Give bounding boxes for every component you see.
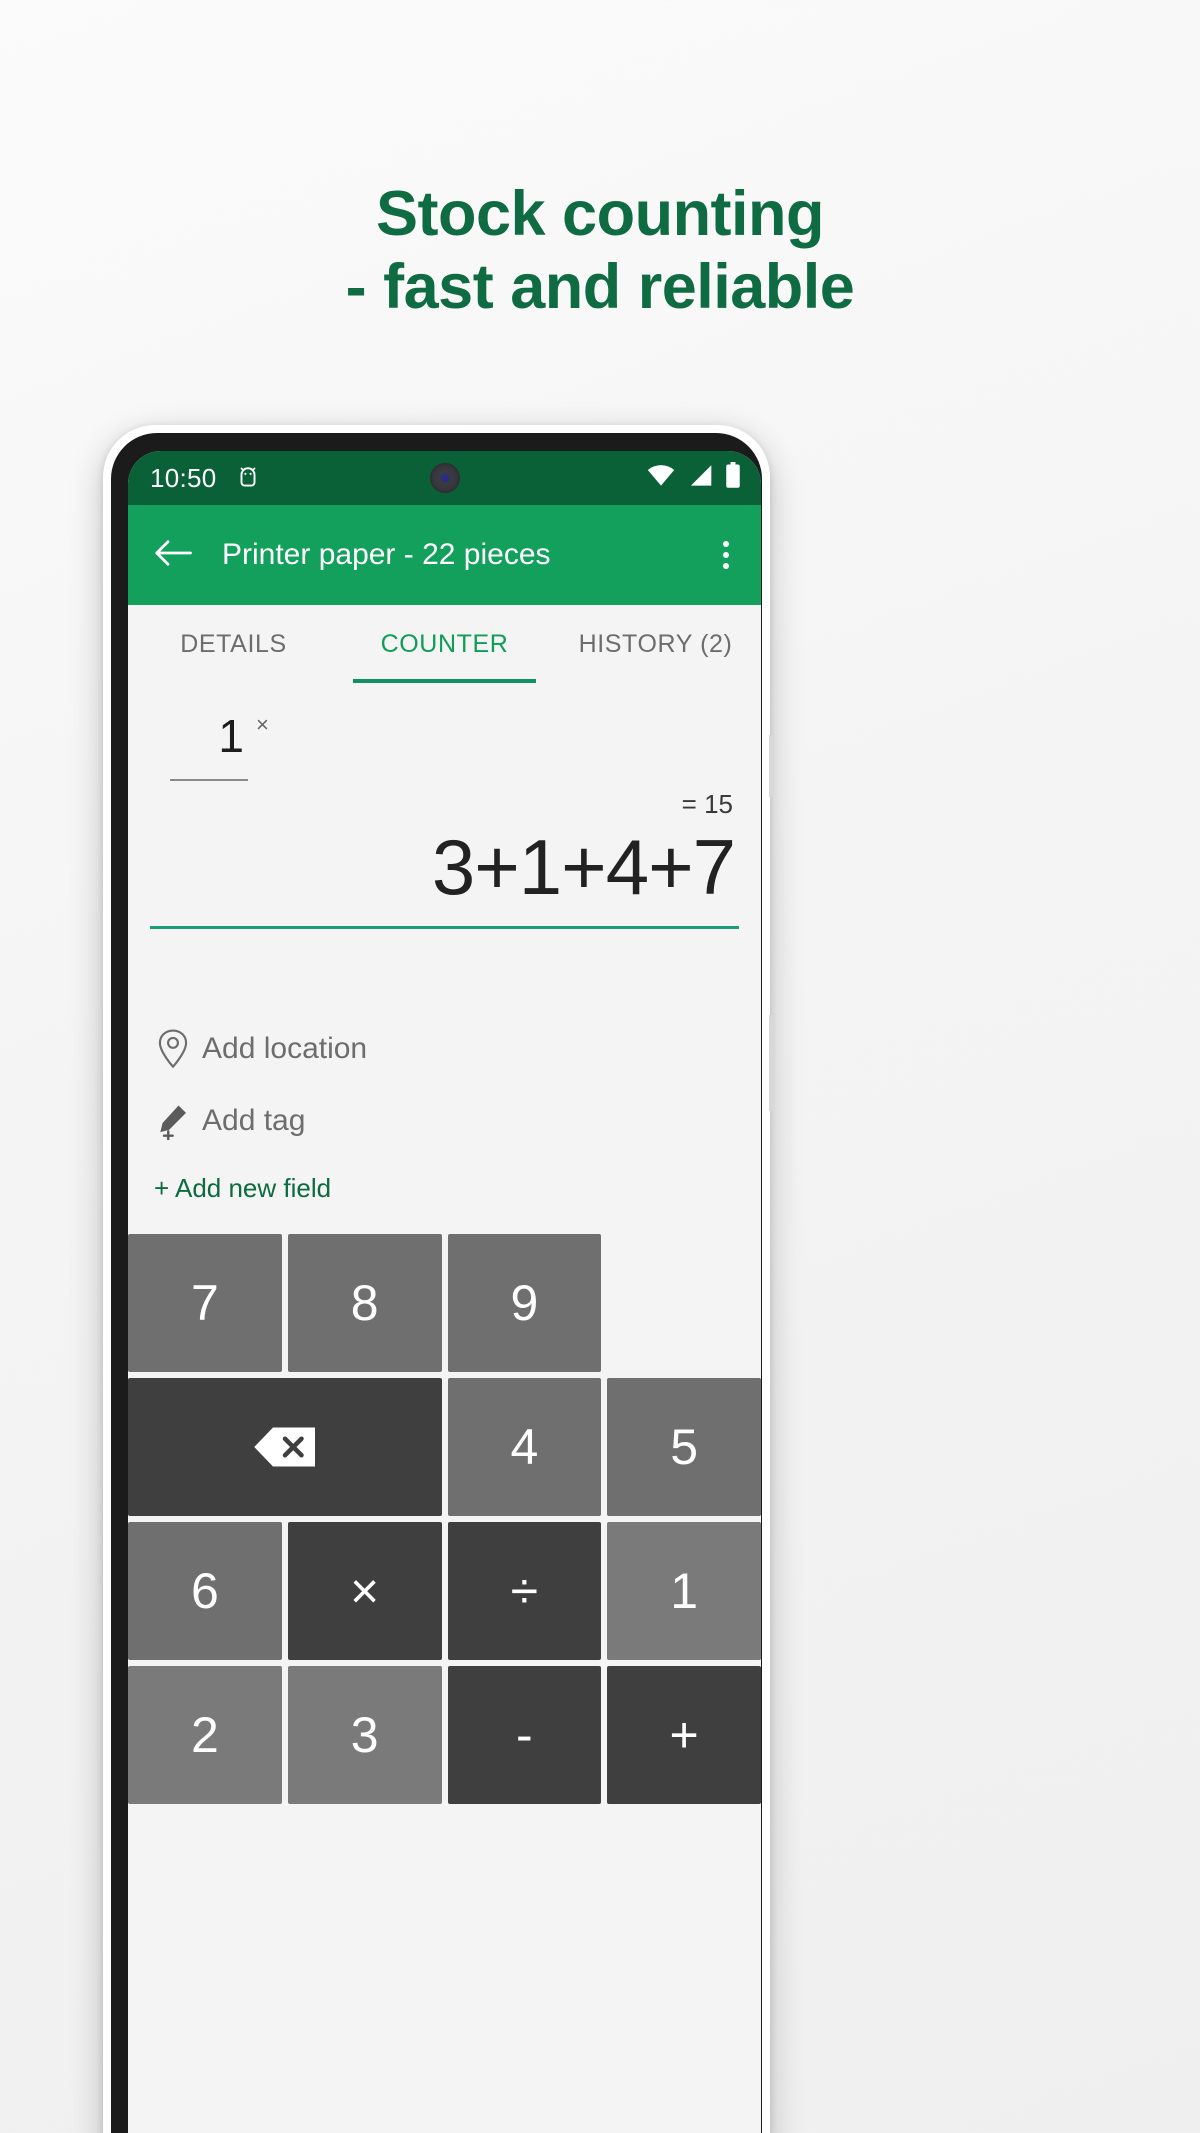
battery-full-icon bbox=[725, 462, 741, 494]
app-bar: Printer paper - 22 pieces bbox=[128, 505, 761, 605]
phone-mockup: 10:50 Printer paper - 22 pieces DETAILS … bbox=[103, 425, 774, 2133]
page-title: Printer paper - 22 pieces bbox=[222, 538, 551, 571]
key-2[interactable]: 2 bbox=[128, 1666, 282, 1804]
field-label: Add tag bbox=[202, 1104, 306, 1137]
tab-history[interactable]: HISTORY (2) bbox=[550, 605, 761, 683]
key-minus[interactable]: - bbox=[447, 1666, 602, 1804]
wifi-icon bbox=[646, 464, 676, 493]
headline-line-1: Stock counting bbox=[376, 179, 825, 249]
field-list: Add location Add tag + Add new field bbox=[128, 929, 761, 1204]
calculation-expression[interactable]: 3+1+4+7 bbox=[150, 820, 739, 914]
key-6[interactable]: 6 bbox=[128, 1522, 282, 1660]
multiplier-input[interactable]: 1 bbox=[170, 709, 248, 781]
arrow-left-icon[interactable] bbox=[154, 538, 192, 573]
headline-line-2: - fast and reliable bbox=[345, 252, 855, 322]
multiplier-row: 1 × bbox=[150, 683, 739, 781]
promo-headline: Stock counting - fast and reliable bbox=[0, 178, 1200, 324]
backspace-icon bbox=[252, 1424, 318, 1470]
key-backspace[interactable] bbox=[128, 1378, 442, 1516]
more-vertical-icon[interactable] bbox=[713, 533, 739, 577]
key-7[interactable]: 7 bbox=[128, 1234, 282, 1372]
numeric-keypad: 7 8 9 4 5 6 × ÷ 1 2 3 - + bbox=[128, 1234, 761, 1804]
expression-divider bbox=[150, 926, 739, 929]
multiply-symbol-label: × bbox=[256, 712, 269, 737]
key-8[interactable]: 8 bbox=[287, 1234, 442, 1372]
key-4[interactable]: 4 bbox=[447, 1378, 602, 1516]
key-multiply[interactable]: × bbox=[287, 1522, 442, 1660]
field-label: Add location bbox=[202, 1032, 368, 1065]
field-row-add-location[interactable]: Add location bbox=[150, 1013, 739, 1085]
phone-side-button-volume bbox=[769, 735, 774, 797]
status-bar-clock: 10:50 bbox=[150, 462, 217, 493]
calculation-result: = 15 bbox=[681, 789, 733, 819]
key-3[interactable]: 3 bbox=[287, 1666, 442, 1804]
phone-screen: 10:50 Printer paper - 22 pieces DETAILS … bbox=[128, 451, 761, 2133]
counter-panel: 1 × = 15 3+1+4+7 bbox=[128, 683, 761, 929]
key-divide[interactable]: ÷ bbox=[447, 1522, 602, 1660]
cellular-signal-icon bbox=[687, 464, 714, 493]
key-1[interactable]: 1 bbox=[607, 1522, 761, 1660]
android-head-icon bbox=[235, 465, 261, 491]
field-row-add-tag[interactable]: Add tag bbox=[150, 1085, 739, 1157]
tag-pencil-plus-icon bbox=[150, 1102, 196, 1140]
tab-counter[interactable]: COUNTER bbox=[339, 605, 550, 683]
phone-bezel: 10:50 Printer paper - 22 pieces DETAILS … bbox=[111, 433, 762, 2133]
location-pin-icon bbox=[150, 1029, 196, 1069]
tab-bar: DETAILS COUNTER HISTORY (2) bbox=[128, 605, 761, 683]
status-bar: 10:50 bbox=[128, 451, 761, 505]
camera-punch-hole bbox=[429, 463, 460, 493]
key-5[interactable]: 5 bbox=[607, 1378, 761, 1516]
add-new-field-button[interactable]: + Add new field bbox=[150, 1157, 739, 1204]
tab-details[interactable]: DETAILS bbox=[128, 605, 339, 683]
phone-side-button-power bbox=[769, 1015, 774, 1111]
key-9[interactable]: 9 bbox=[447, 1234, 602, 1372]
key-plus[interactable]: + bbox=[607, 1666, 761, 1804]
